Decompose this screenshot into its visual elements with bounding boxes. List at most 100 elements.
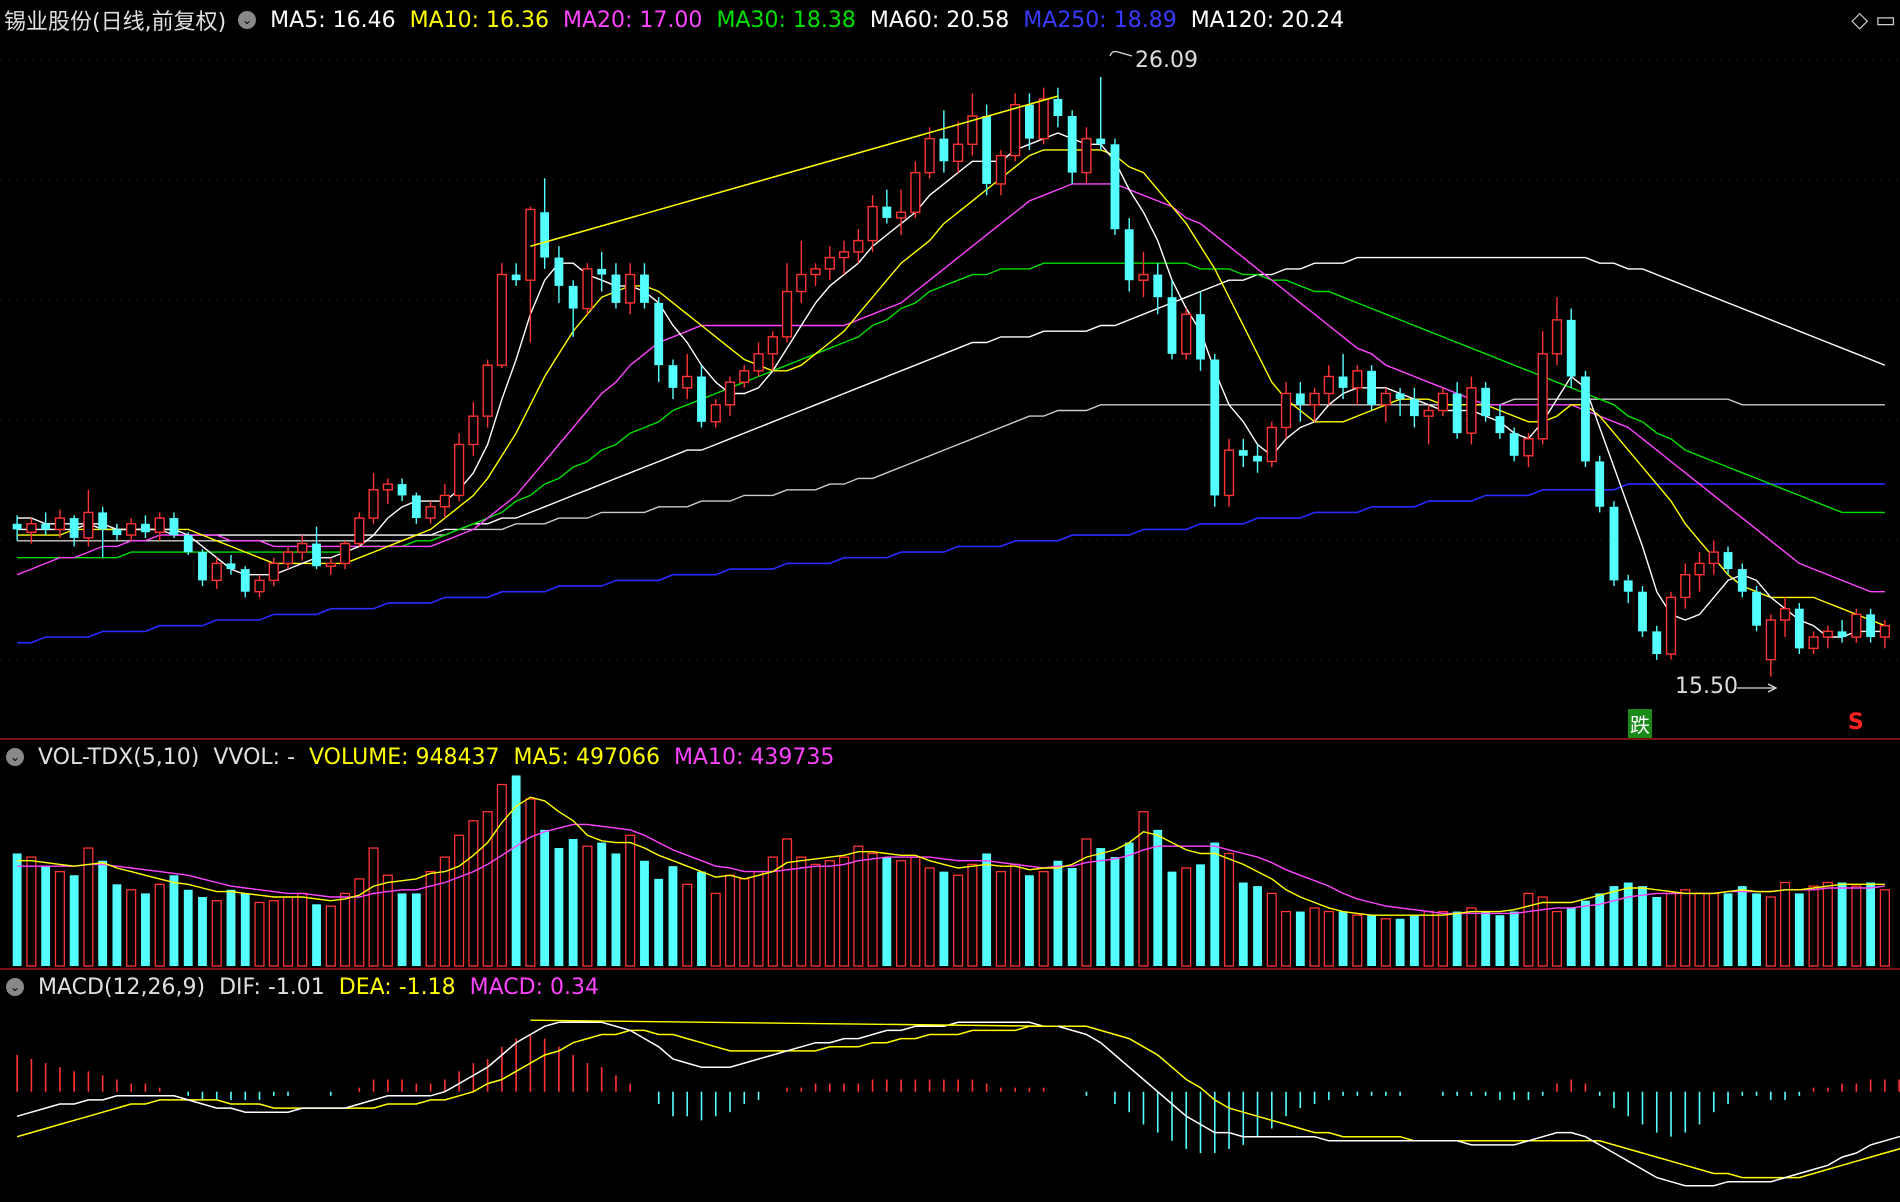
candle-body xyxy=(1409,399,1419,417)
volume-bar xyxy=(953,874,964,967)
volume-bar xyxy=(411,893,421,966)
volume-bar xyxy=(183,889,193,966)
candle-body xyxy=(41,523,51,530)
candle-body xyxy=(1808,636,1819,650)
candle-body xyxy=(668,365,678,388)
candle-body xyxy=(397,484,407,496)
macd-title[interactable]: MACD(12,26,9) xyxy=(38,975,205,1000)
volume-bar xyxy=(1752,893,1761,966)
chevron-circle-icon[interactable]: ⌄ xyxy=(6,978,24,996)
volume-bar xyxy=(54,870,65,967)
volume-bar xyxy=(540,829,550,966)
volume-bar xyxy=(226,889,236,966)
volume-bar xyxy=(1181,867,1192,967)
volume-bar xyxy=(1822,881,1833,967)
volume-bar xyxy=(368,847,379,967)
candle-body xyxy=(339,542,351,565)
candle-body xyxy=(753,353,764,372)
volume-bar xyxy=(554,848,564,966)
volume-bar xyxy=(240,893,250,966)
candle-body xyxy=(1181,313,1192,355)
candle-body xyxy=(1038,98,1049,140)
candle-body xyxy=(1481,387,1491,417)
volume-bar xyxy=(1694,892,1705,967)
ma-line-ma30 xyxy=(17,262,1885,559)
volume-bar xyxy=(1253,886,1262,966)
volume-label: VOLUME: 948437 xyxy=(309,744,500,770)
candle-body xyxy=(1067,115,1077,173)
candle-body xyxy=(939,138,949,162)
dif-label: DIF: -1.01 xyxy=(219,974,325,1000)
volume-bar xyxy=(439,856,450,967)
candle-body xyxy=(582,268,593,310)
candle-body xyxy=(1437,392,1449,412)
candle-body xyxy=(796,273,807,293)
candle-body xyxy=(12,523,22,530)
volume-bar xyxy=(1581,900,1590,966)
candle-body xyxy=(924,137,935,174)
candlestick-chart[interactable] xyxy=(0,0,1900,738)
candle-body xyxy=(724,381,736,406)
volume-bar xyxy=(1053,860,1063,966)
vol-title[interactable]: VOL-TDX(5,10) xyxy=(38,745,199,770)
candle-body xyxy=(1423,409,1434,417)
candle-body xyxy=(282,551,294,565)
volume-bar xyxy=(1837,882,1847,966)
candle-body xyxy=(767,336,778,355)
candle-body xyxy=(325,562,336,567)
volume-bar xyxy=(753,870,764,967)
low-price-label: 15.50 xyxy=(1675,674,1738,699)
volume-bar xyxy=(1038,870,1049,967)
price-chart-panel[interactable]: 锡业股份(日线,前复权) ⌄ MA5: 16.46 MA10: 16.36 MA… xyxy=(0,0,1900,738)
volume-bar xyxy=(568,838,578,966)
candle-body xyxy=(1837,631,1847,638)
candle-body xyxy=(226,563,236,570)
volume-bar xyxy=(1153,829,1163,966)
candle-body xyxy=(240,569,250,592)
candle-body xyxy=(1081,137,1092,174)
volume-bar xyxy=(1196,864,1205,966)
candle-body xyxy=(1680,574,1691,599)
sell-signal-s: S xyxy=(1848,710,1864,735)
volume-bar xyxy=(1096,848,1106,966)
candle-body xyxy=(439,494,450,508)
candle-body xyxy=(1665,596,1677,655)
volume-bar xyxy=(1737,886,1747,966)
volume-ma5-line xyxy=(17,796,1885,916)
candle-body xyxy=(1879,625,1890,638)
candle-body xyxy=(126,523,137,536)
volume-bar xyxy=(1652,897,1662,966)
volume-bar xyxy=(112,884,122,966)
volume-bar xyxy=(1352,914,1363,967)
candle-body xyxy=(1210,359,1220,496)
candle-body xyxy=(1638,591,1647,632)
candle-body xyxy=(739,370,750,383)
stock-title[interactable]: 锡业股份(日线,前复权) xyxy=(4,4,226,36)
volume-bar xyxy=(1665,892,1677,967)
volume-bar xyxy=(1323,910,1334,967)
candle-body xyxy=(1694,562,1705,576)
macd-chart[interactable] xyxy=(0,970,1900,1202)
candle-body xyxy=(1380,392,1391,406)
volume-chart[interactable] xyxy=(0,740,1900,968)
volume-bar xyxy=(468,820,479,967)
volume-bar xyxy=(896,860,907,967)
macd-panel[interactable]: ⌄ MACD(12,26,9) DIF: -1.01 DEA: -1.18 MA… xyxy=(0,970,1900,1202)
candle-body xyxy=(211,562,222,582)
candle-body xyxy=(98,512,108,530)
volume-bar xyxy=(1609,886,1619,966)
candle-body xyxy=(710,404,721,423)
candle-body xyxy=(697,376,706,422)
chevron-circle-icon[interactable]: ⌄ xyxy=(238,11,257,29)
candle-body xyxy=(568,285,578,309)
volume-bar xyxy=(995,870,1006,967)
candle-body xyxy=(425,506,436,519)
volume-panel[interactable]: ⌄ VOL-TDX(5,10) VVOL: - VOLUME: 948437 M… xyxy=(0,740,1900,968)
candle-body xyxy=(468,415,479,446)
candle-body xyxy=(1509,433,1519,456)
volume-bar xyxy=(297,892,308,967)
high-marker-arrow xyxy=(1109,50,1133,57)
candle-body xyxy=(597,268,607,275)
candle-body xyxy=(1309,392,1320,406)
chevron-circle-icon[interactable]: ⌄ xyxy=(6,748,24,766)
